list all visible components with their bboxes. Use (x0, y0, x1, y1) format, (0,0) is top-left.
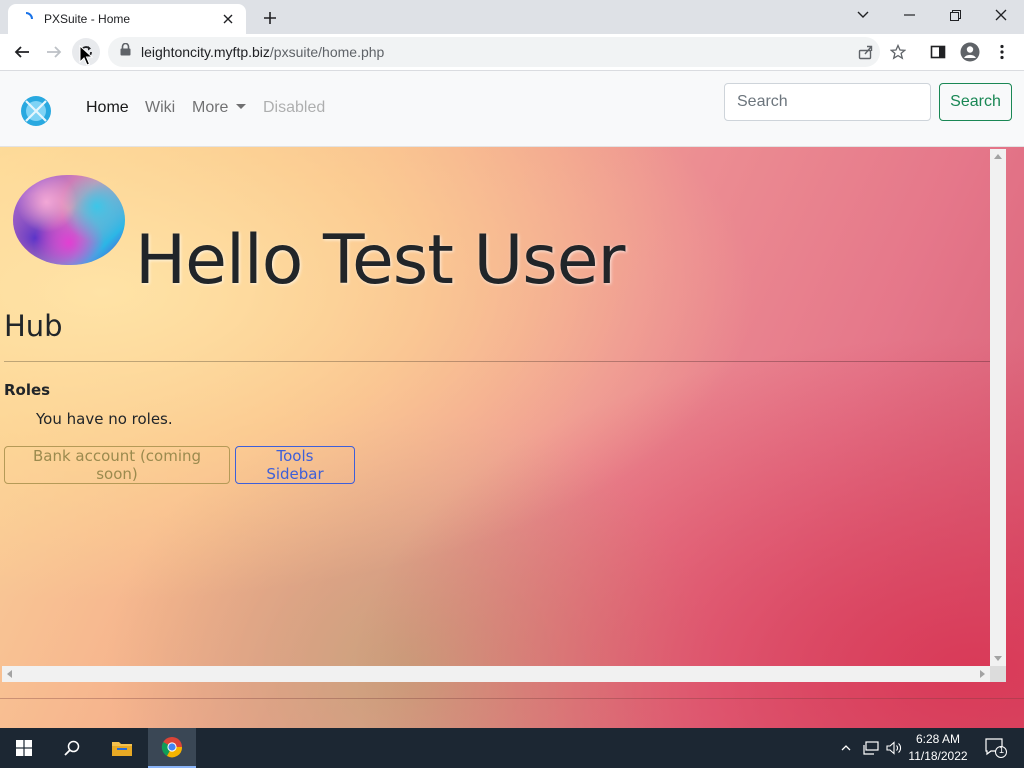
new-tab-icon[interactable] (258, 6, 282, 30)
vertical-scrollbar[interactable] (990, 149, 1006, 666)
scroll-up-icon[interactable] (994, 154, 1002, 159)
content-area: Hello Test User Hub Roles You have no ro… (2, 149, 992, 666)
site-search-button[interactable]: Search (939, 83, 1012, 121)
roles-heading: Roles (4, 381, 51, 399)
bank-account-button[interactable]: Bank account (coming soon) (4, 446, 230, 484)
user-avatar (13, 175, 125, 265)
address-bar[interactable]: leightoncity.myftp.biz/pxsuite/home.php (108, 37, 880, 67)
nav-more-label: More (192, 99, 229, 116)
notification-center-icon[interactable]: 1 (978, 728, 1014, 768)
site-navbar: Home Wiki More Disabled Search (0, 71, 1024, 147)
profile-icon[interactable] (956, 38, 984, 66)
search-icon[interactable] (48, 728, 96, 768)
nav-home[interactable]: Home (86, 99, 129, 117)
loading-icon (18, 11, 34, 27)
restore-icon[interactable] (932, 0, 978, 30)
tools-sidebar-button[interactable]: Tools Sidebar (235, 446, 355, 484)
browser-toolbar: leightoncity.myftp.biz/pxsuite/home.php (0, 34, 1024, 71)
side-panel-icon[interactable] (924, 38, 952, 66)
content-frame: Hello Test User Hub Roles You have no ro… (2, 149, 1006, 682)
close-tab-icon[interactable] (220, 11, 236, 27)
chrome-taskbar-icon[interactable] (148, 728, 196, 768)
clock-date: 11/18/2022 (908, 749, 968, 763)
volume-icon[interactable] (884, 728, 904, 768)
horizontal-scrollbar[interactable] (2, 666, 990, 682)
windows-taskbar: 6:28 AM 11/18/2022 1 (0, 728, 1024, 768)
minimize-icon[interactable] (886, 0, 932, 30)
roles-empty-text: You have no roles. (36, 410, 173, 428)
menu-kebab-icon[interactable] (988, 38, 1016, 66)
tab-search-icon[interactable] (840, 0, 886, 30)
site-search-input[interactable] (724, 83, 931, 121)
footer-divider (0, 698, 1024, 699)
scrollbar-corner (990, 666, 1006, 682)
url-path: /pxsuite/home.php (269, 44, 385, 60)
clock-time: 6:28 AM (915, 732, 961, 746)
browser-tab[interactable]: PXSuite - Home (8, 4, 246, 34)
scroll-right-icon[interactable] (980, 670, 985, 678)
close-window-icon[interactable] (978, 0, 1024, 30)
nav-wiki[interactable]: Wiki (145, 99, 175, 117)
tab-strip: PXSuite - Home (0, 0, 1024, 34)
system-clock[interactable]: 6:28 AM 11/18/2022 (902, 731, 974, 765)
hub-heading: Hub (4, 309, 63, 343)
show-hidden-icons-chevron-icon[interactable] (836, 728, 856, 768)
back-icon[interactable] (8, 38, 36, 66)
file-explorer-icon[interactable] (98, 728, 146, 768)
url-host: leightoncity.myftp.biz (141, 44, 270, 60)
lock-icon[interactable] (120, 42, 131, 61)
start-windows-icon[interactable] (0, 728, 48, 768)
forward-icon[interactable] (40, 38, 68, 66)
scroll-left-icon[interactable] (7, 670, 12, 678)
brand-logo-icon[interactable] (20, 95, 52, 127)
caret-down-icon (236, 104, 247, 109)
share-icon[interactable] (852, 38, 880, 66)
nav-more-dropdown[interactable]: More (192, 99, 247, 117)
url-text: leightoncity.myftp.biz/pxsuite/home.php (141, 44, 384, 60)
mouse-cursor-icon (79, 44, 94, 67)
tab-title: PXSuite - Home (44, 12, 131, 26)
notification-count: 1 (999, 745, 1005, 755)
network-icon[interactable] (860, 728, 882, 768)
nav-disabled: Disabled (263, 99, 326, 116)
divider (4, 361, 992, 362)
greeting-heading: Hello Test User (135, 221, 625, 300)
scroll-down-icon[interactable] (994, 656, 1002, 661)
bookmark-star-icon[interactable] (884, 38, 912, 66)
